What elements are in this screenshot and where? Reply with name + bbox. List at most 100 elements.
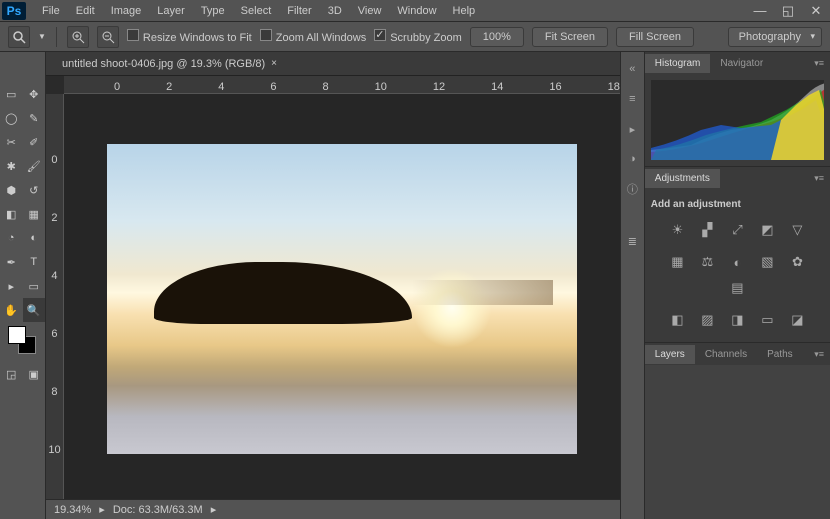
menu-3d[interactable]: 3D [320, 2, 350, 20]
menu-file[interactable]: File [34, 2, 68, 20]
zoom-out-icon[interactable] [97, 26, 119, 48]
close-button[interactable]: ✕ [802, 2, 830, 20]
curves-icon[interactable]: ⤢ [727, 222, 747, 238]
eraser-tool[interactable]: ◧ [0, 202, 23, 226]
zoom-100-button[interactable]: 100% [470, 27, 524, 47]
panel-menu-icon[interactable]: ▾≡ [808, 169, 830, 188]
brightness-icon[interactable]: ☀ [667, 222, 687, 238]
color-balance-icon[interactable]: ⚖ [697, 254, 717, 270]
workspace-dropdown[interactable]: Photography [728, 27, 822, 47]
vibrance-icon[interactable]: ▽ [787, 222, 807, 238]
properties-panel-icon[interactable]: ◑ [623, 150, 641, 168]
quick-mask-tool[interactable]: ◲ [0, 362, 23, 386]
document-tab-title: untitled shoot-0406.jpg @ 19.3% (RGB/8) [62, 58, 265, 70]
histogram-panel: Histogram Navigator ▾≡ [645, 52, 830, 167]
tab-channels[interactable]: Channels [695, 345, 757, 364]
panel-menu-icon[interactable]: ▾≡ [808, 345, 830, 364]
adjustments-panel: Adjustments ▾≡ Add an adjustment ☀ ▞ ⤢ ◩… [645, 167, 830, 343]
menu-view[interactable]: View [350, 2, 390, 20]
app-logo: Ps [2, 2, 26, 20]
tab-adjustments[interactable]: Adjustments [645, 169, 720, 188]
exposure-icon[interactable]: ◩ [757, 222, 777, 238]
zoom-all-checkbox[interactable]: Zoom All Windows [260, 29, 366, 44]
zoom-status[interactable]: 19.34% [54, 504, 91, 516]
bw-icon[interactable]: ◐ [727, 254, 747, 270]
doc-size-status[interactable]: Doc: 63.3M/63.3M [113, 504, 203, 516]
zoom-tool-icon[interactable] [8, 26, 30, 48]
resize-windows-checkbox[interactable]: Resize Windows to Fit [127, 29, 252, 44]
color-lookup-icon[interactable]: ▤ [727, 280, 747, 296]
styles-panel-icon[interactable]: ≣ [623, 232, 641, 250]
menu-layer[interactable]: Layer [149, 2, 193, 20]
move-tool[interactable]: ✥ [23, 82, 46, 106]
document-area: untitled shoot-0406.jpg @ 19.3% (RGB/8) … [46, 52, 620, 519]
info-panel-icon[interactable]: ⓘ [623, 180, 641, 198]
pen-tool[interactable]: ✒ [0, 250, 23, 274]
screen-mode-tool[interactable]: ▣ [23, 362, 46, 386]
dodge-tool[interactable]: ◐ [23, 226, 46, 250]
menu-type[interactable]: Type [193, 2, 233, 20]
tab-paths[interactable]: Paths [757, 345, 803, 364]
menu-bar: Ps File Edit Image Layer Type Select Fil… [0, 0, 830, 22]
zoom-tool[interactable]: 🔍 [23, 298, 46, 322]
brush-tool[interactable]: 🖌 [23, 154, 46, 178]
adjustments-heading: Add an adjustment [651, 195, 824, 214]
lasso-tool[interactable]: ◯ [0, 106, 23, 130]
document-tab-strip: untitled shoot-0406.jpg @ 19.3% (RGB/8) … [46, 52, 620, 76]
menu-edit[interactable]: Edit [68, 2, 103, 20]
layers-panel: Layers Channels Paths ▾≡ [645, 343, 830, 519]
expand-left-icon[interactable]: « [623, 60, 641, 78]
threshold-icon[interactable]: ◨ [727, 312, 747, 328]
histogram-display [651, 80, 824, 160]
document-tab[interactable]: untitled shoot-0406.jpg @ 19.3% (RGB/8) … [54, 54, 285, 74]
maximize-button[interactable]: ◱ [774, 2, 802, 20]
image-canvas[interactable] [107, 144, 577, 454]
levels-icon[interactable]: ▞ [697, 222, 717, 238]
crop-tool[interactable]: ✂ [0, 130, 23, 154]
vertical-ruler: 024681012 [46, 94, 64, 499]
toolbox: ▭✥ ◯✎ ✂✐ ✱🖌 ⬢↺ ◧▦ ◔◐ ✒T ▸▭ ✋🔍 ◲▣ [0, 52, 46, 519]
close-icon[interactable]: × [271, 58, 277, 69]
foreground-color[interactable] [8, 326, 26, 344]
scrubby-zoom-checkbox[interactable]: Scrubby Zoom [374, 29, 462, 44]
minimize-button[interactable]: — [746, 2, 774, 20]
blur-tool[interactable]: ◔ [0, 226, 23, 250]
color-swatches[interactable] [0, 322, 45, 362]
menu-image[interactable]: Image [103, 2, 150, 20]
photo-filter-icon[interactable]: ▧ [757, 254, 777, 270]
chevron-down-icon[interactable]: ▼ [38, 32, 46, 41]
fit-screen-button[interactable]: Fit Screen [532, 27, 608, 47]
status-bar: 19.34% ▸ Doc: 63.3M/63.3M ▸ [46, 499, 620, 519]
shape-tool[interactable]: ▭ [23, 274, 46, 298]
options-bar: ▼ Resize Windows to Fit Zoom All Windows… [0, 22, 830, 52]
quick-select-tool[interactable]: ✎ [23, 106, 46, 130]
posterize-icon[interactable]: ▨ [697, 312, 717, 328]
type-tool[interactable]: T [23, 250, 46, 274]
hand-tool[interactable]: ✋ [0, 298, 23, 322]
channel-mixer-icon[interactable]: ✿ [787, 254, 807, 270]
menu-window[interactable]: Window [389, 2, 444, 20]
healing-tool[interactable]: ✱ [0, 154, 23, 178]
path-select-tool[interactable]: ▸ [0, 274, 23, 298]
invert-icon[interactable]: ◧ [667, 312, 687, 328]
fill-screen-button[interactable]: Fill Screen [616, 27, 694, 47]
history-panel-icon[interactable]: ≡ [623, 90, 641, 108]
gradient-map-icon[interactable]: ▭ [757, 312, 777, 328]
tab-histogram[interactable]: Histogram [645, 54, 711, 73]
history-brush-tool[interactable]: ↺ [23, 178, 46, 202]
gradient-tool[interactable]: ▦ [23, 202, 46, 226]
eyedropper-tool[interactable]: ✐ [23, 130, 46, 154]
zoom-in-icon[interactable] [67, 26, 89, 48]
canvas-viewport[interactable] [64, 94, 620, 499]
marquee-tool[interactable]: ▭ [0, 82, 23, 106]
actions-panel-icon[interactable]: ▸ [623, 120, 641, 138]
menu-select[interactable]: Select [233, 2, 280, 20]
tab-layers[interactable]: Layers [645, 345, 695, 364]
hue-icon[interactable]: ▦ [667, 254, 687, 270]
panel-menu-icon[interactable]: ▾≡ [808, 54, 830, 73]
menu-filter[interactable]: Filter [279, 2, 319, 20]
tab-navigator[interactable]: Navigator [710, 54, 773, 73]
menu-help[interactable]: Help [445, 2, 484, 20]
selective-color-icon[interactable]: ◪ [787, 312, 807, 328]
stamp-tool[interactable]: ⬢ [0, 178, 23, 202]
